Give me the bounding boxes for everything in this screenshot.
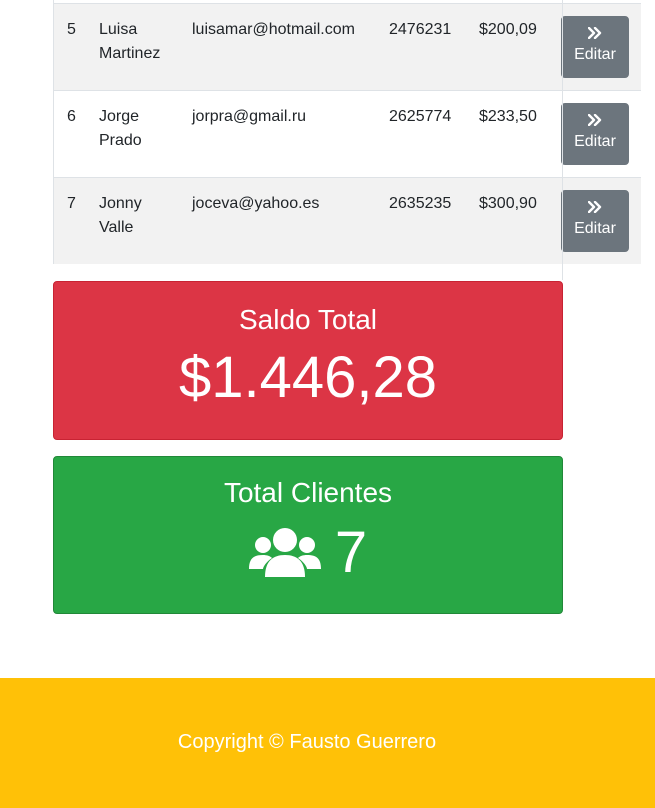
client-email: jorpra@gmail.ru [192, 108, 307, 125]
saldo-total-title: Saldo Total [238, 304, 378, 335]
client-name: Luisa Martinez [99, 21, 161, 62]
edit-button-label: Editar [574, 220, 616, 237]
client-email: joceva@yahoo.es [192, 195, 320, 212]
client-email: luisamar@hotmail.com [192, 21, 355, 38]
edit-button-label: Editar [574, 133, 616, 150]
users-icon [248, 528, 321, 577]
footer: Copyright © Fausto Guerrero [0, 678, 655, 808]
client-name: Jonny Valle [99, 195, 142, 236]
client-name: Jorge Prado [99, 108, 142, 149]
saldo-total-card: Saldo Total $1.446,28 [53, 281, 563, 440]
client-phone: 2625774 [389, 108, 452, 125]
client-phone: 2635235 [389, 195, 452, 212]
row-number: 6 [67, 108, 76, 125]
edit-button-label: Editar [574, 46, 616, 63]
client-balance: $300,90 [479, 195, 537, 212]
saldo-total-value: $1.446,28 [178, 345, 438, 410]
table-card-border [562, 0, 563, 280]
angle-double-right-icon [588, 201, 602, 213]
edit-button[interactable]: Editar [561, 103, 629, 165]
client-balance: $233,50 [479, 108, 537, 125]
edit-button[interactable]: Editar [561, 16, 629, 78]
client-phone: 2476231 [389, 21, 452, 38]
client-balance: $200,09 [479, 21, 537, 38]
edit-button[interactable]: Editar [561, 190, 629, 252]
clients-table: 5 Luisa Martinez luisamar@hotmail.com 24… [53, 0, 655, 264]
row-number: 7 [67, 195, 76, 212]
copyright-text: Copyright © Fausto Guerrero [177, 731, 437, 753]
table-row: 6 Jorge Prado jorpra@gmail.ru 2625774 $2… [54, 90, 641, 177]
angle-double-right-icon [588, 114, 602, 126]
table-row: 7 Jonny Valle joceva@yahoo.es 2635235 $3… [54, 177, 641, 264]
row-number: 5 [67, 21, 76, 38]
table-row: 5 Luisa Martinez luisamar@hotmail.com 24… [54, 3, 641, 90]
angle-double-right-icon [588, 27, 602, 39]
total-clientes-card: Total Clientes 7 [53, 456, 563, 614]
total-clientes-value: 7 [334, 520, 368, 585]
total-clientes-title: Total Clientes [223, 477, 393, 508]
